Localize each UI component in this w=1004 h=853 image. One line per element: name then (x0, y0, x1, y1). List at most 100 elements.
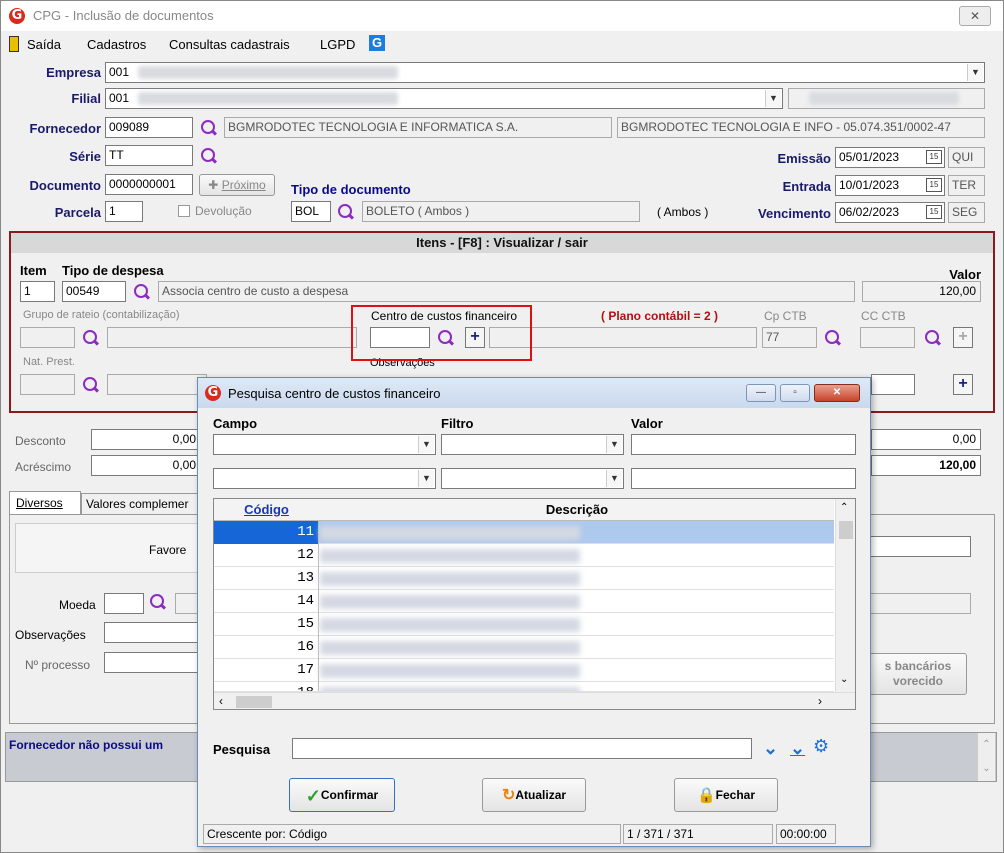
fechar-button[interactable]: 🔒Fechar (674, 778, 778, 812)
results-grid[interactable]: Código Descrição 11 12 13 14 15 16 17 18… (213, 498, 856, 710)
row-desc-redacted (320, 526, 580, 540)
empresa-redacted (138, 66, 398, 79)
menu-lgpd[interactable]: LGPD (320, 37, 355, 52)
search-icon[interactable] (200, 147, 218, 165)
vertical-scrollbar[interactable]: ⌃ ⌄ (835, 499, 855, 692)
table-row[interactable]: 15 (214, 613, 834, 636)
filial-desc-redacted (809, 92, 959, 105)
footer-scrollbar[interactable]: ⌃ ⌄ (977, 733, 995, 781)
chevron-down-icon[interactable]: ▼ (606, 436, 622, 453)
moeda-input[interactable] (104, 593, 144, 614)
scroll-right-icon[interactable]: › (818, 694, 822, 708)
maximize-button[interactable]: ▫ (780, 384, 810, 402)
table-row[interactable]: 18 (214, 682, 834, 692)
table-row[interactable]: 12 (214, 544, 834, 567)
filtro-select-2[interactable]: ▼ (441, 468, 624, 489)
item-observacoes-input[interactable] (871, 374, 915, 395)
calendar-icon[interactable]: 15 (926, 205, 942, 219)
calendar-icon[interactable]: 15 (926, 178, 942, 192)
scroll-left-icon[interactable]: ‹ (219, 694, 223, 708)
empresa-select[interactable]: 001 ▼ (105, 62, 985, 83)
add-cc-button[interactable]: + (953, 327, 973, 348)
campo-select-2[interactable]: ▼ (213, 468, 436, 489)
search-icon[interactable] (200, 119, 218, 137)
emissao-date-input[interactable]: 05/01/2023 15 (835, 147, 945, 168)
row-code: 11 (214, 521, 319, 544)
dados-bancarios-button[interactable]: s bancários vorecido (869, 653, 967, 695)
search-icon[interactable] (82, 329, 100, 347)
confirmar-button[interactable]: ✓Confirmar (289, 778, 395, 812)
col-descricao-header[interactable]: Descrição (320, 502, 834, 517)
fornecedor-code-input[interactable]: 009089 (105, 117, 193, 138)
settings-gear-icon[interactable]: ⚙ (813, 736, 829, 756)
parcela-input[interactable]: 1 (105, 201, 143, 222)
menu-cadastros[interactable]: Cadastros (87, 37, 146, 52)
lgpd-icon[interactable]: G (369, 35, 385, 51)
tipo-doc-code-input[interactable]: BOL (291, 201, 331, 222)
fechar-label: Fechar (715, 788, 756, 802)
dialog-close-button[interactable]: ✕ (814, 384, 860, 402)
cc-ctb-input[interactable] (860, 327, 915, 348)
search-icon[interactable] (82, 376, 100, 394)
pesquisa-input[interactable] (292, 738, 752, 759)
scroll-thumb[interactable] (839, 521, 853, 539)
app-logo-icon: G (9, 8, 25, 24)
calendar-icon[interactable]: 15 (926, 150, 942, 164)
table-row[interactable]: 16 (214, 636, 834, 659)
campo-select-1[interactable]: ▼ (213, 434, 436, 455)
expand-last-icon[interactable]: ⌄ (790, 738, 805, 758)
table-row[interactable]: 11 (214, 521, 834, 544)
valor-input-2[interactable] (631, 468, 856, 489)
fornecedor-short: BGMRODOTEC TECNOLOGIA E INFO - 05.074.35… (617, 117, 985, 138)
processo-label: Nº processo (25, 658, 91, 672)
col-codigo-header[interactable]: Código (214, 502, 319, 517)
scroll-up-icon[interactable]: ⌃ (840, 502, 848, 513)
entrada-date-input[interactable]: 10/01/2023 15 (835, 175, 945, 196)
serie-input[interactable]: TT (105, 145, 193, 166)
chevron-down-icon[interactable]: ▼ (967, 64, 983, 81)
favorecido-label: Favore (149, 543, 187, 557)
row-desc-redacted (320, 549, 580, 563)
documento-input[interactable]: 0000000001 (105, 174, 193, 195)
filtro-select-1[interactable]: ▼ (441, 434, 624, 455)
acrescimo-input[interactable]: 0,00 (91, 455, 201, 476)
expand-all-icon[interactable]: ⌄ (763, 738, 778, 758)
atualizar-button[interactable]: ↻Atualizar (482, 778, 586, 812)
scroll-hthumb[interactable] (236, 696, 272, 708)
devolucao-checkbox[interactable] (178, 205, 190, 217)
filial-select[interactable]: 001 ▼ (105, 88, 783, 109)
chevron-down-icon[interactable]: ▼ (765, 90, 781, 107)
row-desc-redacted (320, 664, 580, 678)
search-icon[interactable] (824, 329, 842, 347)
search-icon[interactable] (924, 329, 942, 347)
tab-diversos[interactable]: Diversos (9, 491, 81, 515)
grupo-rateio-input[interactable] (20, 327, 75, 348)
item-input[interactable]: 1 (20, 281, 55, 302)
observacoes-lower-input[interactable] (104, 622, 200, 643)
close-button[interactable]: ✕ (959, 6, 991, 26)
table-row[interactable]: 17 (214, 659, 834, 682)
search-icon[interactable] (149, 593, 167, 611)
chevron-down-icon[interactable]: ▼ (606, 470, 622, 487)
table-row[interactable]: 14 (214, 590, 834, 613)
valor-input-1[interactable] (631, 434, 856, 455)
favorecido-input-right[interactable] (869, 536, 971, 557)
chevron-down-icon[interactable]: ▼ (418, 436, 434, 453)
menu-consultas[interactable]: Consultas cadastrais (169, 37, 290, 52)
despesa-code-input[interactable]: 00549 (62, 281, 126, 302)
search-icon[interactable] (133, 283, 151, 301)
nat-prest-input[interactable] (20, 374, 75, 395)
scroll-down-icon[interactable]: ⌄ (840, 674, 848, 685)
minimize-button[interactable]: — (746, 384, 776, 402)
search-icon[interactable] (337, 203, 355, 221)
chevron-down-icon[interactable]: ▼ (418, 470, 434, 487)
proximo-button[interactable]: ✚ Próximo (199, 174, 275, 196)
add-observacao-button[interactable]: + (953, 374, 973, 395)
menu-saida[interactable]: Saída (27, 37, 61, 52)
horizontal-scrollbar[interactable]: ‹ › (214, 692, 855, 709)
vencimento-date-input[interactable]: 06/02/2023 15 (835, 202, 945, 223)
desconto-input[interactable]: 0,00 (91, 429, 201, 450)
tab-valores[interactable]: Valores complemer (81, 493, 199, 515)
table-row[interactable]: 13 (214, 567, 834, 590)
processo-input[interactable] (104, 652, 200, 673)
